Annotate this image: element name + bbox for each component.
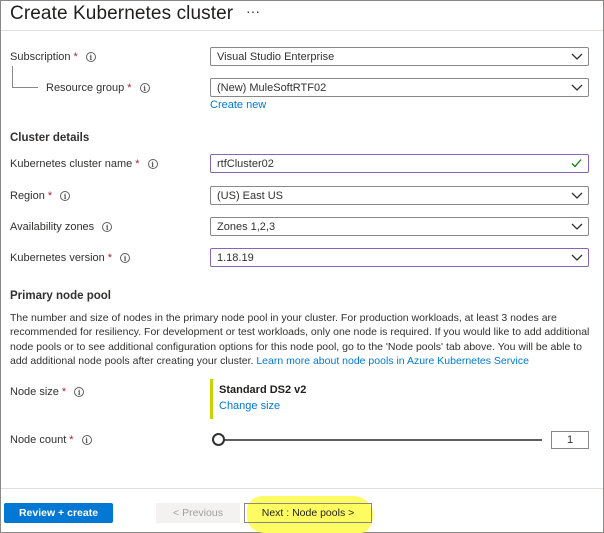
- required-marker: *: [135, 158, 140, 170]
- info-icon[interactable]: i: [60, 191, 71, 201]
- chevron-down-icon: [571, 254, 583, 261]
- availability-zones-select[interactable]: Zones 1,2,3: [210, 217, 589, 236]
- node-size-value: Standard DS2 v2: [219, 384, 307, 396]
- info-icon[interactable]: i: [147, 159, 158, 169]
- subscription-label-text: Subscription: [10, 51, 71, 63]
- node-size-selection: Standard DS2 v2 Change size: [210, 379, 306, 419]
- region-select[interactable]: (US) East US: [210, 186, 589, 205]
- header-divider: [1, 30, 603, 31]
- info-icon[interactable]: i: [102, 222, 113, 232]
- review-create-button[interactable]: Review + create: [4, 503, 113, 523]
- chevron-down-icon: [571, 192, 583, 199]
- kubernetes-version-label: Kubernetes version * i: [10, 252, 131, 264]
- resource-group-label: Resource group * i: [46, 82, 150, 94]
- availability-zones-label: Availability zones i: [10, 221, 113, 233]
- cluster-name-input[interactable]: rtfCluster02: [210, 154, 589, 173]
- availability-zones-label-text: Availability zones: [10, 221, 95, 233]
- region-label: Region * i: [10, 190, 71, 202]
- required-marker: *: [127, 82, 132, 94]
- more-options-icon[interactable]: ···: [246, 3, 260, 19]
- required-marker: *: [73, 51, 78, 63]
- node-count-slider-thumb[interactable]: [212, 433, 225, 446]
- chevron-down-icon: [571, 53, 583, 60]
- previous-button[interactable]: < Previous: [156, 503, 240, 523]
- subscription-select[interactable]: Visual Studio Enterprise: [210, 47, 589, 66]
- availability-zones-value: Zones 1,2,3: [217, 220, 276, 233]
- resource-group-value: (New) MuleSoftRTF02: [217, 81, 327, 94]
- required-marker: *: [61, 386, 67, 398]
- required-marker: *: [47, 190, 53, 202]
- resource-group-label-text: Resource group: [46, 82, 125, 94]
- next-node-pools-button[interactable]: Next : Node pools >: [244, 503, 372, 523]
- node-pool-description: The number and size of nodes in the prim…: [10, 311, 590, 368]
- node-size-label: Node size * i: [10, 386, 85, 398]
- info-icon[interactable]: i: [139, 83, 150, 93]
- chevron-down-icon: [571, 223, 583, 230]
- node-count-label-text: Node count: [10, 434, 67, 446]
- info-icon[interactable]: i: [74, 387, 85, 397]
- primary-node-pool-heading: Primary node pool: [10, 290, 111, 302]
- node-count-input[interactable]: 1: [551, 431, 589, 449]
- info-icon[interactable]: i: [120, 253, 131, 263]
- node-count-slider-track[interactable]: [218, 439, 542, 441]
- info-icon[interactable]: i: [85, 52, 96, 62]
- info-icon[interactable]: i: [81, 435, 92, 445]
- create-new-link[interactable]: Create new: [210, 99, 266, 111]
- node-size-label-text: Node size: [10, 386, 59, 398]
- cluster-name-label-text: Kubernetes cluster name: [10, 158, 133, 170]
- kubernetes-version-value: 1.18.19: [217, 251, 254, 264]
- page-title: Create Kubernetes cluster: [10, 3, 234, 24]
- region-label-text: Region: [10, 190, 45, 202]
- change-size-link[interactable]: Change size: [219, 400, 306, 412]
- subscription-value: Visual Studio Enterprise: [217, 50, 335, 63]
- cluster-name-value: rtfCluster02: [217, 157, 274, 170]
- footer-divider: [1, 488, 603, 489]
- required-marker: *: [69, 434, 74, 446]
- tree-connector: [12, 66, 38, 88]
- kubernetes-version-label-text: Kubernetes version: [10, 252, 105, 264]
- checkmark-icon: [571, 159, 582, 168]
- cluster-name-label: Kubernetes cluster name * i: [10, 158, 158, 170]
- resource-group-select[interactable]: (New) MuleSoftRTF02: [210, 78, 589, 97]
- kubernetes-version-select[interactable]: 1.18.19: [210, 248, 589, 267]
- cluster-details-heading: Cluster details: [10, 132, 90, 144]
- chevron-down-icon: [571, 84, 583, 91]
- region-value: (US) East US: [217, 189, 284, 202]
- subscription-label: Subscription * i: [10, 51, 96, 63]
- node-count-label: Node count * i: [10, 434, 92, 446]
- learn-more-link[interactable]: Learn more about node pools in Azure Kub…: [256, 355, 529, 367]
- required-marker: *: [107, 252, 113, 264]
